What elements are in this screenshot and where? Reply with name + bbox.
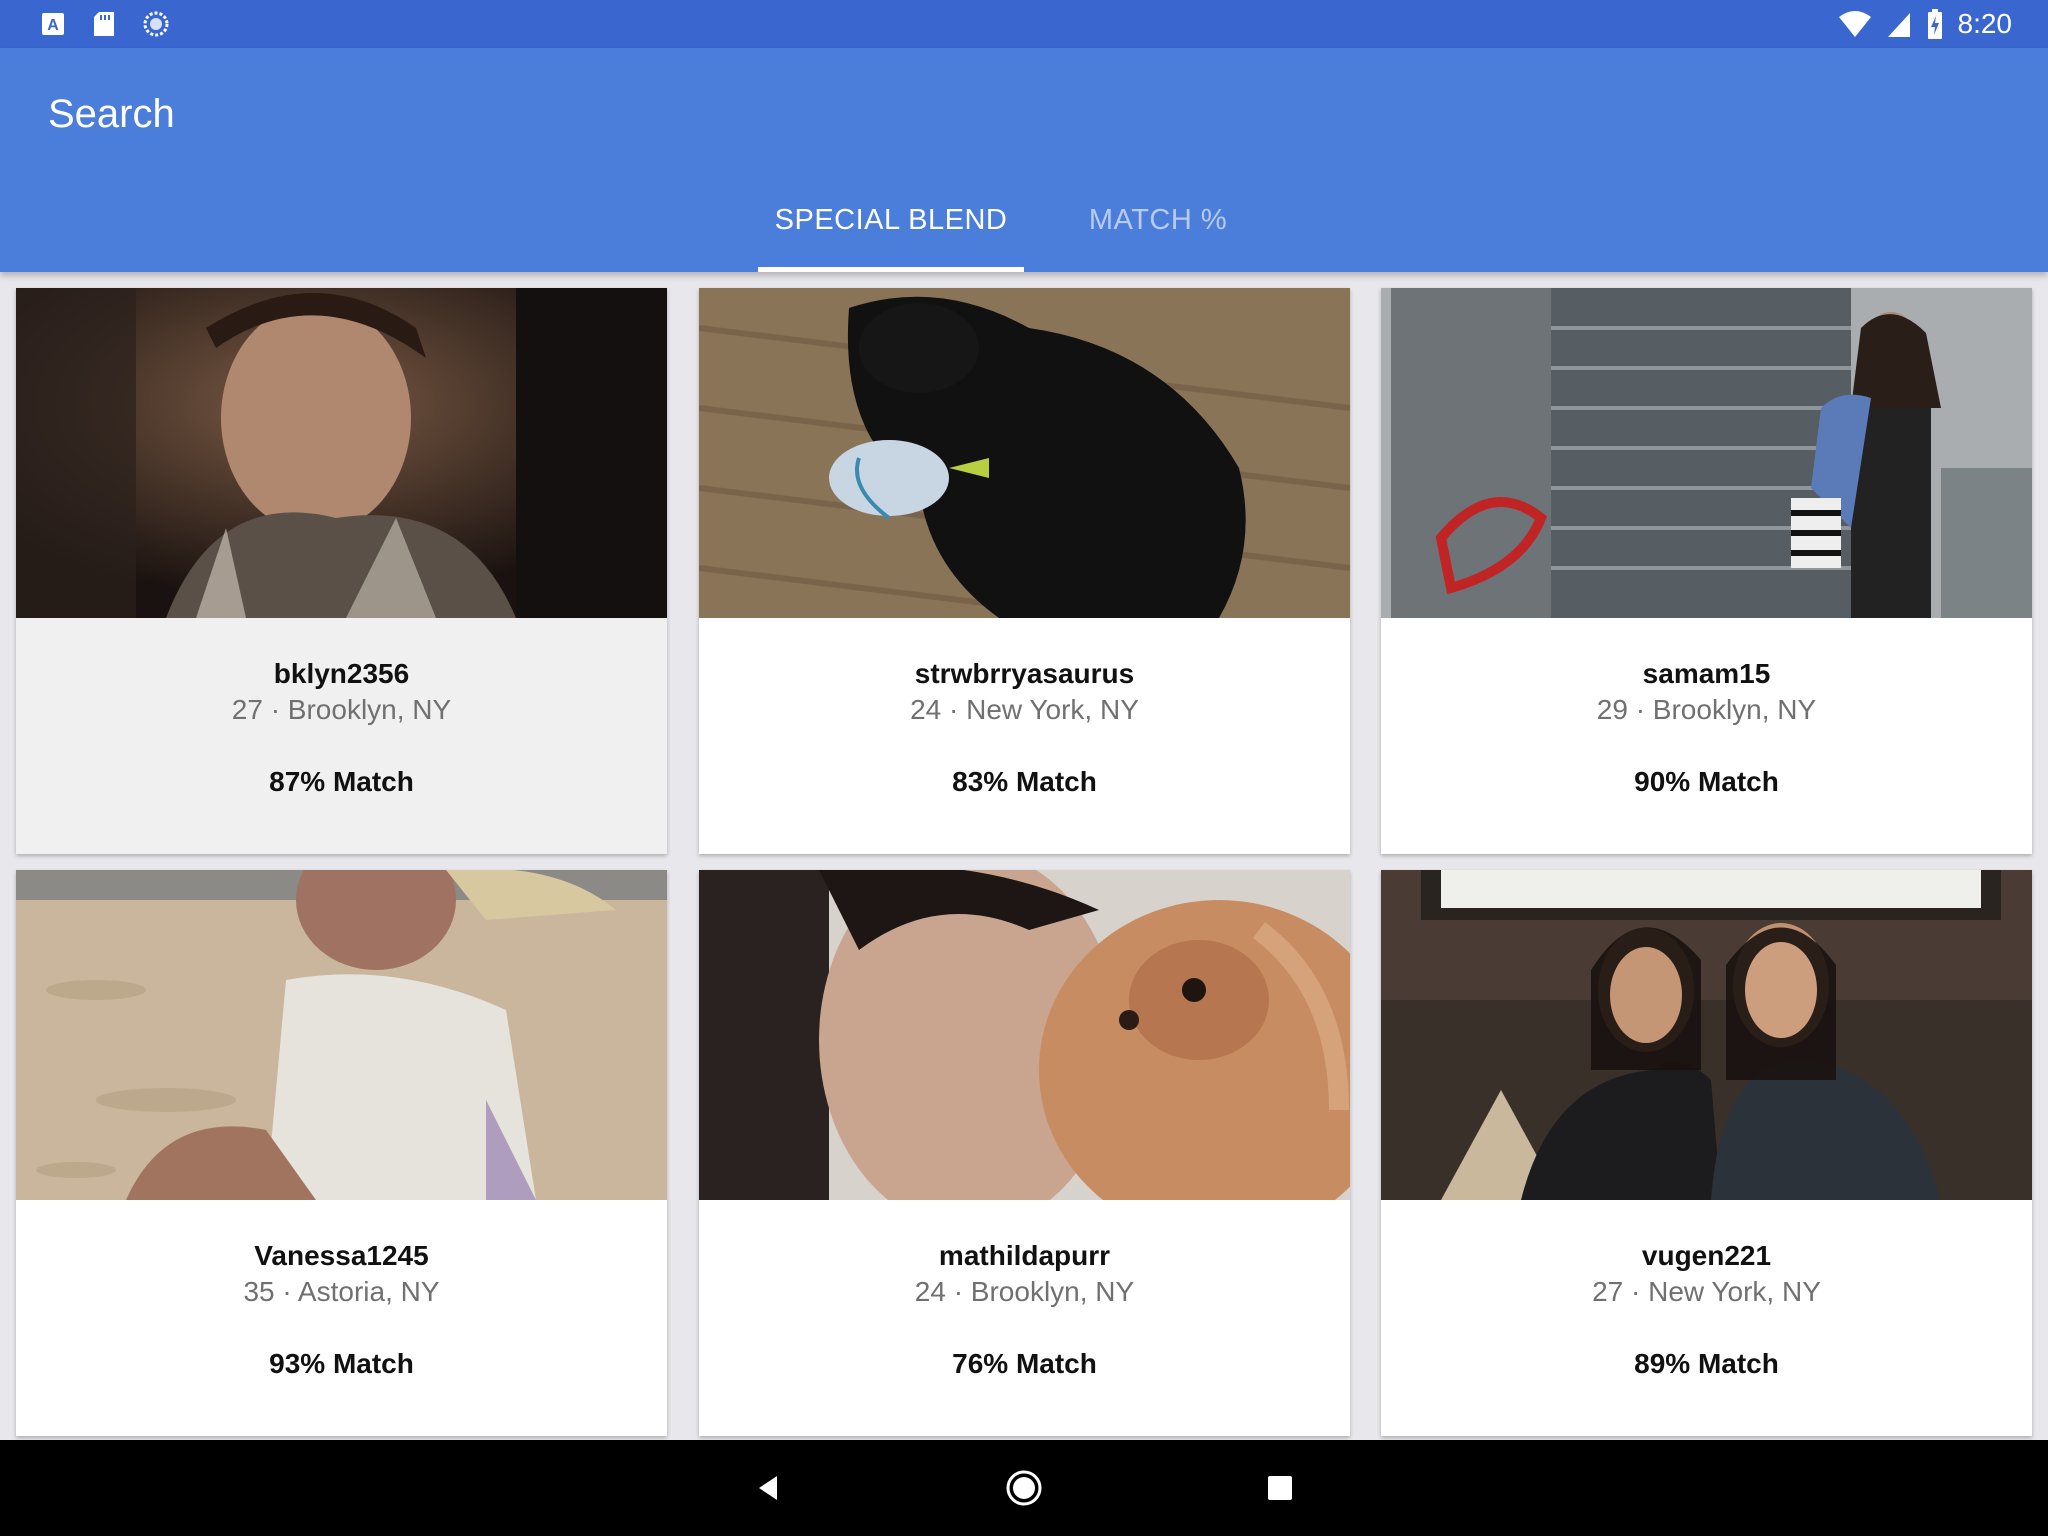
profile-photo <box>1381 870 2032 1200</box>
status-bar: A 8:20 <box>0 0 2048 48</box>
profile-age-location: 27 · Brooklyn, NY <box>231 694 452 725</box>
system-nav-bar <box>0 1440 2048 1536</box>
profile-username: bklyn2356 <box>273 658 410 689</box>
home-icon[interactable] <box>1002 1466 1046 1510</box>
profile-match-percent: 89% Match <box>1634 1348 1779 1379</box>
profile-photo <box>16 870 667 1200</box>
profile-match-percent: 76% Match <box>952 1348 1097 1379</box>
profile-age-location: 35 · Astoria, NY <box>243 1276 440 1307</box>
profile-card[interactable]: vugen221 27 · New York, NY 89% Match <box>1381 870 2032 1436</box>
sync-icon <box>143 11 169 37</box>
profile-photo <box>699 870 1350 1200</box>
status-system-icons: 8:20 <box>1838 7 2013 41</box>
profile-age-location: 29 · Brooklyn, NY <box>1596 694 1817 725</box>
profile-grid: bklyn2356 27 · Brooklyn, NY 87% Match st… <box>0 272 2048 1440</box>
profile-username: strwbrryasaurus <box>914 658 1135 689</box>
page-title: Search <box>48 92 175 136</box>
profile-card[interactable]: samam15 29 · Brooklyn, NY 90% Match <box>1381 288 2032 854</box>
app-bar: Search SPECIAL BLEND MATCH % <box>0 48 2048 272</box>
profile-match-percent: 93% Match <box>269 1348 414 1379</box>
wifi-icon <box>1838 11 1871 37</box>
tab-special-blend[interactable]: SPECIAL BLEND <box>758 204 1024 272</box>
profile-username: mathildapurr <box>938 1240 1111 1271</box>
profile-photo <box>1381 288 2032 618</box>
profile-card[interactable]: Vanessa1245 35 · Astoria, NY 93% Match <box>16 870 667 1436</box>
profile-photo <box>699 288 1350 618</box>
profile-age-location: 24 · Brooklyn, NY <box>914 1276 1135 1307</box>
svg-text:A: A <box>47 17 59 34</box>
profile-username: vugen221 <box>1641 1240 1772 1271</box>
profile-match-percent: 87% Match <box>269 766 414 797</box>
app-a-icon: A <box>42 13 64 35</box>
recents-icon[interactable] <box>1258 1466 1302 1510</box>
battery-charging-icon <box>1927 9 1942 39</box>
sd-card-icon <box>94 12 114 36</box>
back-icon[interactable] <box>747 1466 791 1510</box>
profile-age-location: 27 · New York, NY <box>1592 1276 1821 1307</box>
profile-photo <box>16 288 667 618</box>
profile-card[interactable]: bklyn2356 27 · Brooklyn, NY 87% Match <box>16 288 667 854</box>
profile-card[interactable]: strwbrryasaurus 24 · New York, NY 83% Ma… <box>699 288 1350 854</box>
profile-username: samam15 <box>1642 658 1771 689</box>
profile-age-location: 24 · New York, NY <box>910 694 1139 725</box>
profile-username: Vanessa1245 <box>254 1240 429 1271</box>
profile-match-percent: 90% Match <box>1634 766 1779 797</box>
profile-match-percent: 83% Match <box>952 766 1097 797</box>
cell-signal-icon <box>1887 13 1910 37</box>
tab-match-percent[interactable]: MATCH % <box>1050 204 1266 272</box>
status-time: 8:20 <box>1957 8 2013 39</box>
profile-card[interactable]: mathildapurr 24 · Brooklyn, NY 76% Match <box>699 870 1350 1436</box>
status-notification-icons: A <box>40 10 170 38</box>
